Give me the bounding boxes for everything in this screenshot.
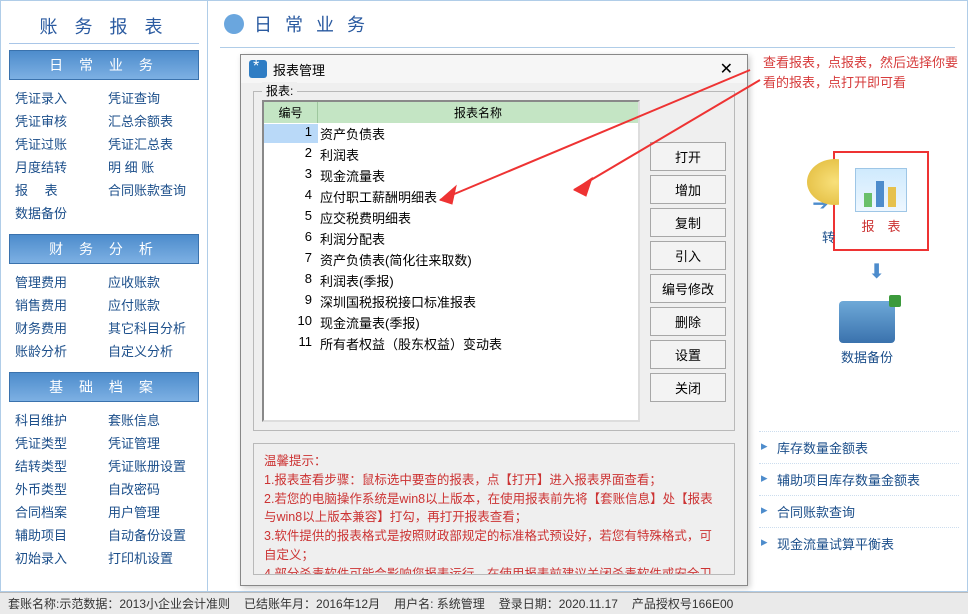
sidebar-item[interactable]: 自改密码 bbox=[108, 479, 193, 498]
backup-icon-block[interactable]: 数据备份 bbox=[827, 301, 907, 366]
status-period: 已结账年月：2016年12月 bbox=[244, 595, 380, 612]
quick-link[interactable]: 合同账款查询 bbox=[759, 495, 959, 527]
tip-line: 3.软件提供的报表格式是按照财政部规定的标准格式预设好，若您有特殊格式，可自定义… bbox=[264, 527, 724, 565]
col-header-name[interactable]: 报表名称 bbox=[318, 102, 638, 123]
table-row[interactable]: 2利润表 bbox=[264, 144, 638, 165]
bar-chart-icon bbox=[855, 168, 907, 212]
quick-link[interactable]: 库存数量金额表 bbox=[759, 431, 959, 463]
down-arrow-icon: ⬇ bbox=[868, 259, 885, 284]
backup-label: 数据备份 bbox=[841, 350, 893, 365]
增加-button[interactable]: 增加 bbox=[650, 175, 726, 204]
dialog-app-icon bbox=[249, 60, 267, 78]
quick-link[interactable]: 辅助项目库存数量金额表 bbox=[759, 463, 959, 495]
fieldset-legend: 报表: bbox=[262, 82, 297, 99]
sidebar-title: 账 务 报 表 bbox=[9, 9, 199, 44]
right-quick-links: 库存数量金额表辅助项目库存数量金额表合同账款查询现金流量试算平衡表 bbox=[759, 431, 959, 559]
table-row[interactable]: 7资产负债表(简化往来取数) bbox=[264, 249, 638, 270]
sidebar-item[interactable]: 应收账款 bbox=[108, 272, 193, 291]
sidebar-item[interactable]: 外币类型 bbox=[15, 479, 100, 498]
report-manager-dialog: 报表管理 ✕ 报表: 编号 报表名称 1资产负债表2利润表3现金流量表4应付职工… bbox=[240, 54, 748, 586]
sidebar-item[interactable]: 其它科目分析 bbox=[108, 318, 193, 337]
status-account: 套账名称:示范数据：2013小企业会计准则 bbox=[8, 595, 230, 612]
dialog-titlebar[interactable]: 报表管理 ✕ bbox=[241, 55, 747, 83]
sidebar-item[interactable]: 数据备份 bbox=[15, 203, 193, 222]
report-icon-box[interactable]: 报 表 bbox=[833, 151, 929, 251]
status-bar: 套账名称:示范数据：2013小企业会计准则 已结账年月：2016年12月 用户名… bbox=[0, 592, 968, 614]
sidebar-item[interactable]: 管理费用 bbox=[15, 272, 100, 291]
sidebar-item[interactable]: 凭证录入 bbox=[15, 88, 100, 107]
sidebar-item[interactable]: 凭证查询 bbox=[108, 88, 193, 107]
sidebar-item[interactable]: 自动备份设置 bbox=[108, 525, 193, 544]
关闭-button[interactable]: 关闭 bbox=[650, 373, 726, 402]
dialog-title: 报表管理 bbox=[273, 60, 325, 79]
sidebar-item[interactable]: 初始录入 bbox=[15, 548, 100, 567]
quick-link[interactable]: 现金流量试算平衡表 bbox=[759, 527, 959, 559]
annotation-text: 查看报表，点报表，然后选择你要看的报表，点打开即可看 bbox=[763, 53, 959, 92]
sidebar-item[interactable]: 应付账款 bbox=[108, 295, 193, 314]
report-icon-label: 报 表 bbox=[861, 216, 900, 235]
打开-button[interactable]: 打开 bbox=[650, 142, 726, 171]
sidebar: 账 务 报 表 日 常 业 务凭证录入凭证查询凭证审核汇总余额表凭证过账凭证汇总… bbox=[0, 0, 208, 592]
引入-button[interactable]: 引入 bbox=[650, 241, 726, 270]
tip-line: 1.报表查看步骤：鼠标选中要查的报表，点【打开】进入报表界面查看； bbox=[264, 471, 724, 490]
table-row[interactable]: 9深圳国税报税接口标准报表 bbox=[264, 291, 638, 312]
col-header-no[interactable]: 编号 bbox=[264, 102, 318, 123]
sidebar-item[interactable]: 凭证管理 bbox=[108, 433, 193, 452]
sidebar-item[interactable]: 月度结转 bbox=[15, 157, 100, 176]
status-login: 登录日期：2020.11.17 bbox=[499, 595, 618, 612]
复制-button[interactable]: 复制 bbox=[650, 208, 726, 237]
sidebar-item[interactable]: 凭证汇总表 bbox=[108, 134, 193, 153]
partial-label: 转 bbox=[822, 227, 835, 246]
sidebar-item[interactable]: 财务费用 bbox=[15, 318, 100, 337]
backup-icon bbox=[839, 301, 895, 343]
table-row[interactable]: 4应付职工薪酬明细表 bbox=[264, 186, 638, 207]
sidebar-item[interactable]: 明 细 账 bbox=[108, 157, 193, 176]
close-icon[interactable]: ✕ bbox=[714, 59, 739, 79]
status-auth: 产品授权号166E00 bbox=[632, 595, 733, 612]
sidebar-item[interactable]: 合同账款查询 bbox=[108, 180, 193, 199]
table-row[interactable]: 3现金流量表 bbox=[264, 165, 638, 186]
编号修改-button[interactable]: 编号修改 bbox=[650, 274, 726, 303]
tip-line: 4.部分杀毒软件可能会影响您报表运行，在使用报表前建议关闭杀毒软件或安全卫士等第… bbox=[264, 565, 724, 576]
section-header: 基 础 档 案 bbox=[9, 372, 199, 402]
section-header: 财 务 分 析 bbox=[9, 234, 199, 264]
sidebar-item[interactable]: 合同档案 bbox=[15, 502, 100, 521]
sidebar-item[interactable]: 销售费用 bbox=[15, 295, 100, 314]
删除-button[interactable]: 删除 bbox=[650, 307, 726, 336]
table-row[interactable]: 11所有者权益（股东权益）变动表 bbox=[264, 333, 638, 354]
sidebar-item[interactable]: 自定义分析 bbox=[108, 341, 193, 360]
sidebar-item[interactable]: 凭证审核 bbox=[15, 111, 100, 130]
sidebar-item[interactable]: 辅助项目 bbox=[15, 525, 100, 544]
sidebar-item[interactable]: 凭证过账 bbox=[15, 134, 100, 153]
table-row[interactable]: 5应交税费明细表 bbox=[264, 207, 638, 228]
report-list[interactable]: 编号 报表名称 1资产负债表2利润表3现金流量表4应付职工薪酬明细表5应交税费明… bbox=[262, 100, 640, 422]
tip-line: 2.若您的电脑操作系统是win8以上版本，在使用报表前先将【套账信息】处【报表与… bbox=[264, 490, 724, 528]
table-row[interactable]: 8利润表(季报) bbox=[264, 270, 638, 291]
table-row[interactable]: 1资产负债表 bbox=[264, 123, 638, 144]
sidebar-item[interactable]: 科目维护 bbox=[15, 410, 100, 429]
main-header-title: 日 常 业 务 bbox=[254, 11, 369, 37]
sidebar-item[interactable]: 结转类型 bbox=[15, 456, 100, 475]
sidebar-item[interactable]: 凭证类型 bbox=[15, 433, 100, 452]
table-row[interactable]: 6利润分配表 bbox=[264, 228, 638, 249]
sidebar-item[interactable]: 凭证账册设置 bbox=[108, 456, 193, 475]
设置-button[interactable]: 设置 bbox=[650, 340, 726, 369]
sidebar-item[interactable]: 打印机设置 bbox=[108, 548, 193, 567]
tips-box: 温馨提示： 1.报表查看步骤：鼠标选中要查的报表，点【打开】进入报表界面查看；2… bbox=[253, 443, 735, 575]
section-header: 日 常 业 务 bbox=[9, 50, 199, 80]
tips-title: 温馨提示： bbox=[264, 452, 724, 471]
gear-icon bbox=[224, 14, 244, 34]
sidebar-item[interactable]: 用户管理 bbox=[108, 502, 193, 521]
sidebar-item[interactable]: 汇总余额表 bbox=[108, 111, 193, 130]
sidebar-item[interactable]: 套账信息 bbox=[108, 410, 193, 429]
status-user: 用户名: 系统管理 bbox=[394, 595, 485, 612]
main-header: 日 常 业 务 bbox=[208, 1, 967, 47]
table-row[interactable]: 10现金流量表(季报) bbox=[264, 312, 638, 333]
sidebar-item[interactable]: 账龄分析 bbox=[15, 341, 100, 360]
sidebar-item[interactable]: 报 表 bbox=[15, 180, 100, 199]
